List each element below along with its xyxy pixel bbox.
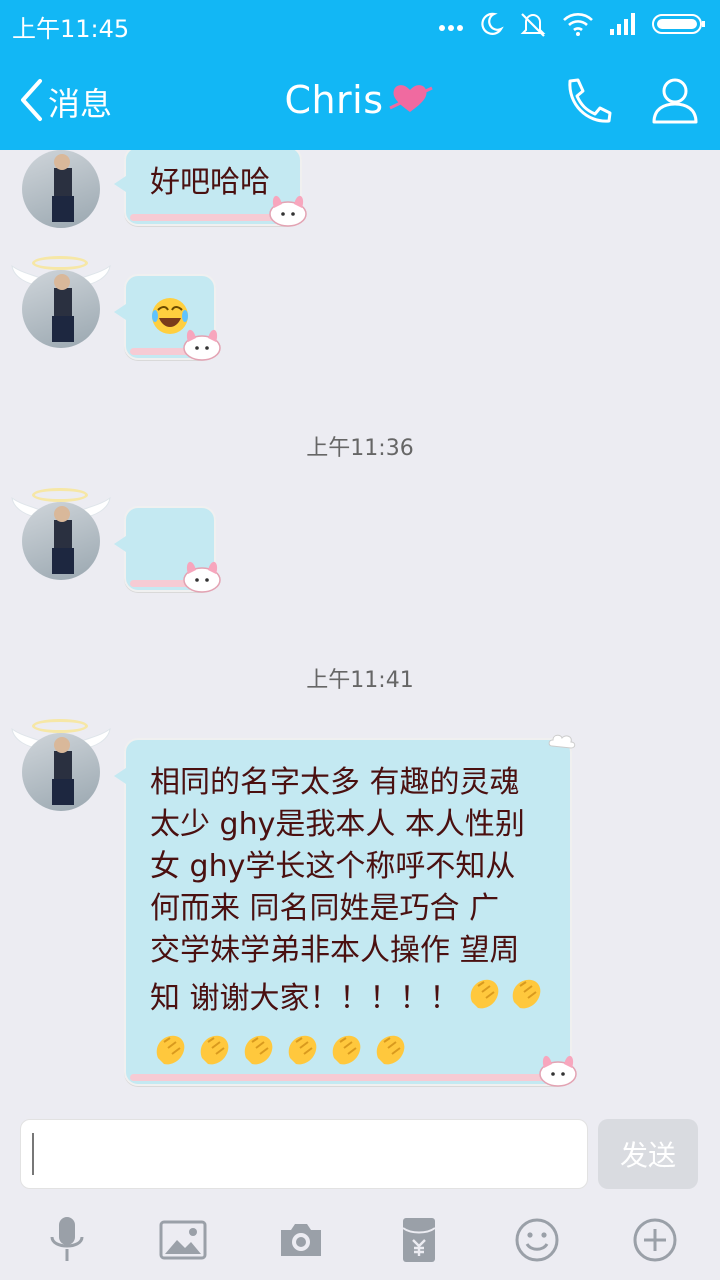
send-button[interactable]: 发送 xyxy=(598,1119,698,1189)
message-text-block: 相同的名字太多 有趣的灵魂 太少 ghy是我本人 本人性别 女 ghy学长这个称… xyxy=(150,762,560,1074)
clapping-hands-icon xyxy=(150,1028,192,1074)
message-input[interactable] xyxy=(20,1119,588,1189)
chat-header: 消息 Chris xyxy=(0,50,720,150)
halo-icon xyxy=(32,719,88,733)
voice-button[interactable] xyxy=(42,1217,92,1267)
bunny-sticker-icon xyxy=(266,188,310,232)
battery-icon xyxy=(652,12,706,40)
image-icon xyxy=(159,1220,207,1264)
person-icon xyxy=(650,78,700,128)
heart-arrow-icon xyxy=(388,78,436,122)
page-title: Chris xyxy=(284,78,384,122)
emoji-button[interactable] xyxy=(512,1217,562,1267)
profile-button[interactable] xyxy=(650,76,700,128)
bubble-decoration xyxy=(130,1074,566,1081)
message-line: 太少 ghy是我本人 本人性别 xyxy=(150,807,525,842)
timestamp: 上午11:41 xyxy=(306,668,414,693)
red-packet-icon xyxy=(399,1216,439,1268)
plus-icon xyxy=(632,1217,678,1267)
image-button[interactable] xyxy=(158,1217,208,1267)
bunny-sticker-icon xyxy=(180,554,224,598)
avatar[interactable] xyxy=(10,150,110,240)
camera-button[interactable] xyxy=(276,1217,326,1267)
clapping-hands-icon xyxy=(238,1028,280,1074)
mute-icon xyxy=(518,10,548,42)
avatar[interactable] xyxy=(10,482,111,592)
signal-icon xyxy=(608,12,638,40)
avatar[interactable] xyxy=(10,713,111,823)
red-packet-button[interactable] xyxy=(394,1217,444,1267)
microphone-icon xyxy=(47,1215,87,1269)
message-line-last: 知 谢谢大家！！！！！ xyxy=(150,972,560,1026)
camera-icon xyxy=(277,1220,325,1264)
message-bubble[interactable]: 好吧哈哈 xyxy=(114,150,307,227)
message-line: 知 谢谢大家！！！！！ xyxy=(150,981,460,1016)
status-icons xyxy=(438,10,706,42)
message-line: 交学妹学弟非本人操作 望周 xyxy=(150,933,520,968)
avatar-photo xyxy=(22,733,100,811)
emoji-row xyxy=(150,1028,560,1074)
chat-area[interactable]: 好吧哈哈 上午11:36 上午11:41 相同的名字太多 有趣的灵魂 太少 gh… xyxy=(0,150,720,1105)
message-bubble[interactable] xyxy=(114,274,221,361)
toolbar xyxy=(0,1205,720,1280)
timestamp: 上午11:36 xyxy=(306,436,414,461)
input-bar: 发送 xyxy=(0,1105,720,1205)
phone-icon xyxy=(562,78,614,130)
message-bubble[interactable] xyxy=(114,506,221,593)
halo-icon xyxy=(32,256,88,270)
bunny-sticker-icon xyxy=(180,322,224,366)
avatar[interactable] xyxy=(10,250,111,360)
moon-icon xyxy=(478,11,504,41)
clapping-hands-icon xyxy=(464,972,506,1026)
call-button[interactable] xyxy=(562,76,614,130)
avatar-photo xyxy=(22,150,100,228)
emoji-icon xyxy=(514,1217,560,1267)
halo-icon xyxy=(32,488,88,502)
message-line: 女 ghy学长这个称呼不知从 xyxy=(150,849,516,884)
avatar-photo xyxy=(22,270,100,348)
clapping-hands-icon xyxy=(194,1028,236,1074)
text-cursor xyxy=(32,1133,34,1175)
status-time: 上午11:45 xyxy=(12,15,130,43)
wifi-icon xyxy=(562,12,594,40)
cloud-icon xyxy=(548,732,576,754)
more-dots-icon xyxy=(438,17,464,36)
clapping-hands-icon xyxy=(326,1028,368,1074)
clapping-hands-icon xyxy=(506,972,548,1026)
status-bar: 上午11:45 xyxy=(0,0,720,50)
clapping-hands-icon xyxy=(282,1028,324,1074)
avatar-photo xyxy=(22,502,100,580)
clapping-hands-icon xyxy=(370,1028,412,1074)
message-line: 何而来 同名同姓是巧合 广 xyxy=(150,891,500,926)
bunny-sticker-icon xyxy=(536,1048,580,1092)
more-button[interactable] xyxy=(630,1217,680,1267)
message-text: 好吧哈哈 xyxy=(150,165,270,200)
message-bubble[interactable]: 相同的名字太多 有趣的灵魂 太少 ghy是我本人 本人性别 女 ghy学长这个称… xyxy=(114,734,577,1087)
message-line: 相同的名字太多 有趣的灵魂 xyxy=(150,765,520,800)
